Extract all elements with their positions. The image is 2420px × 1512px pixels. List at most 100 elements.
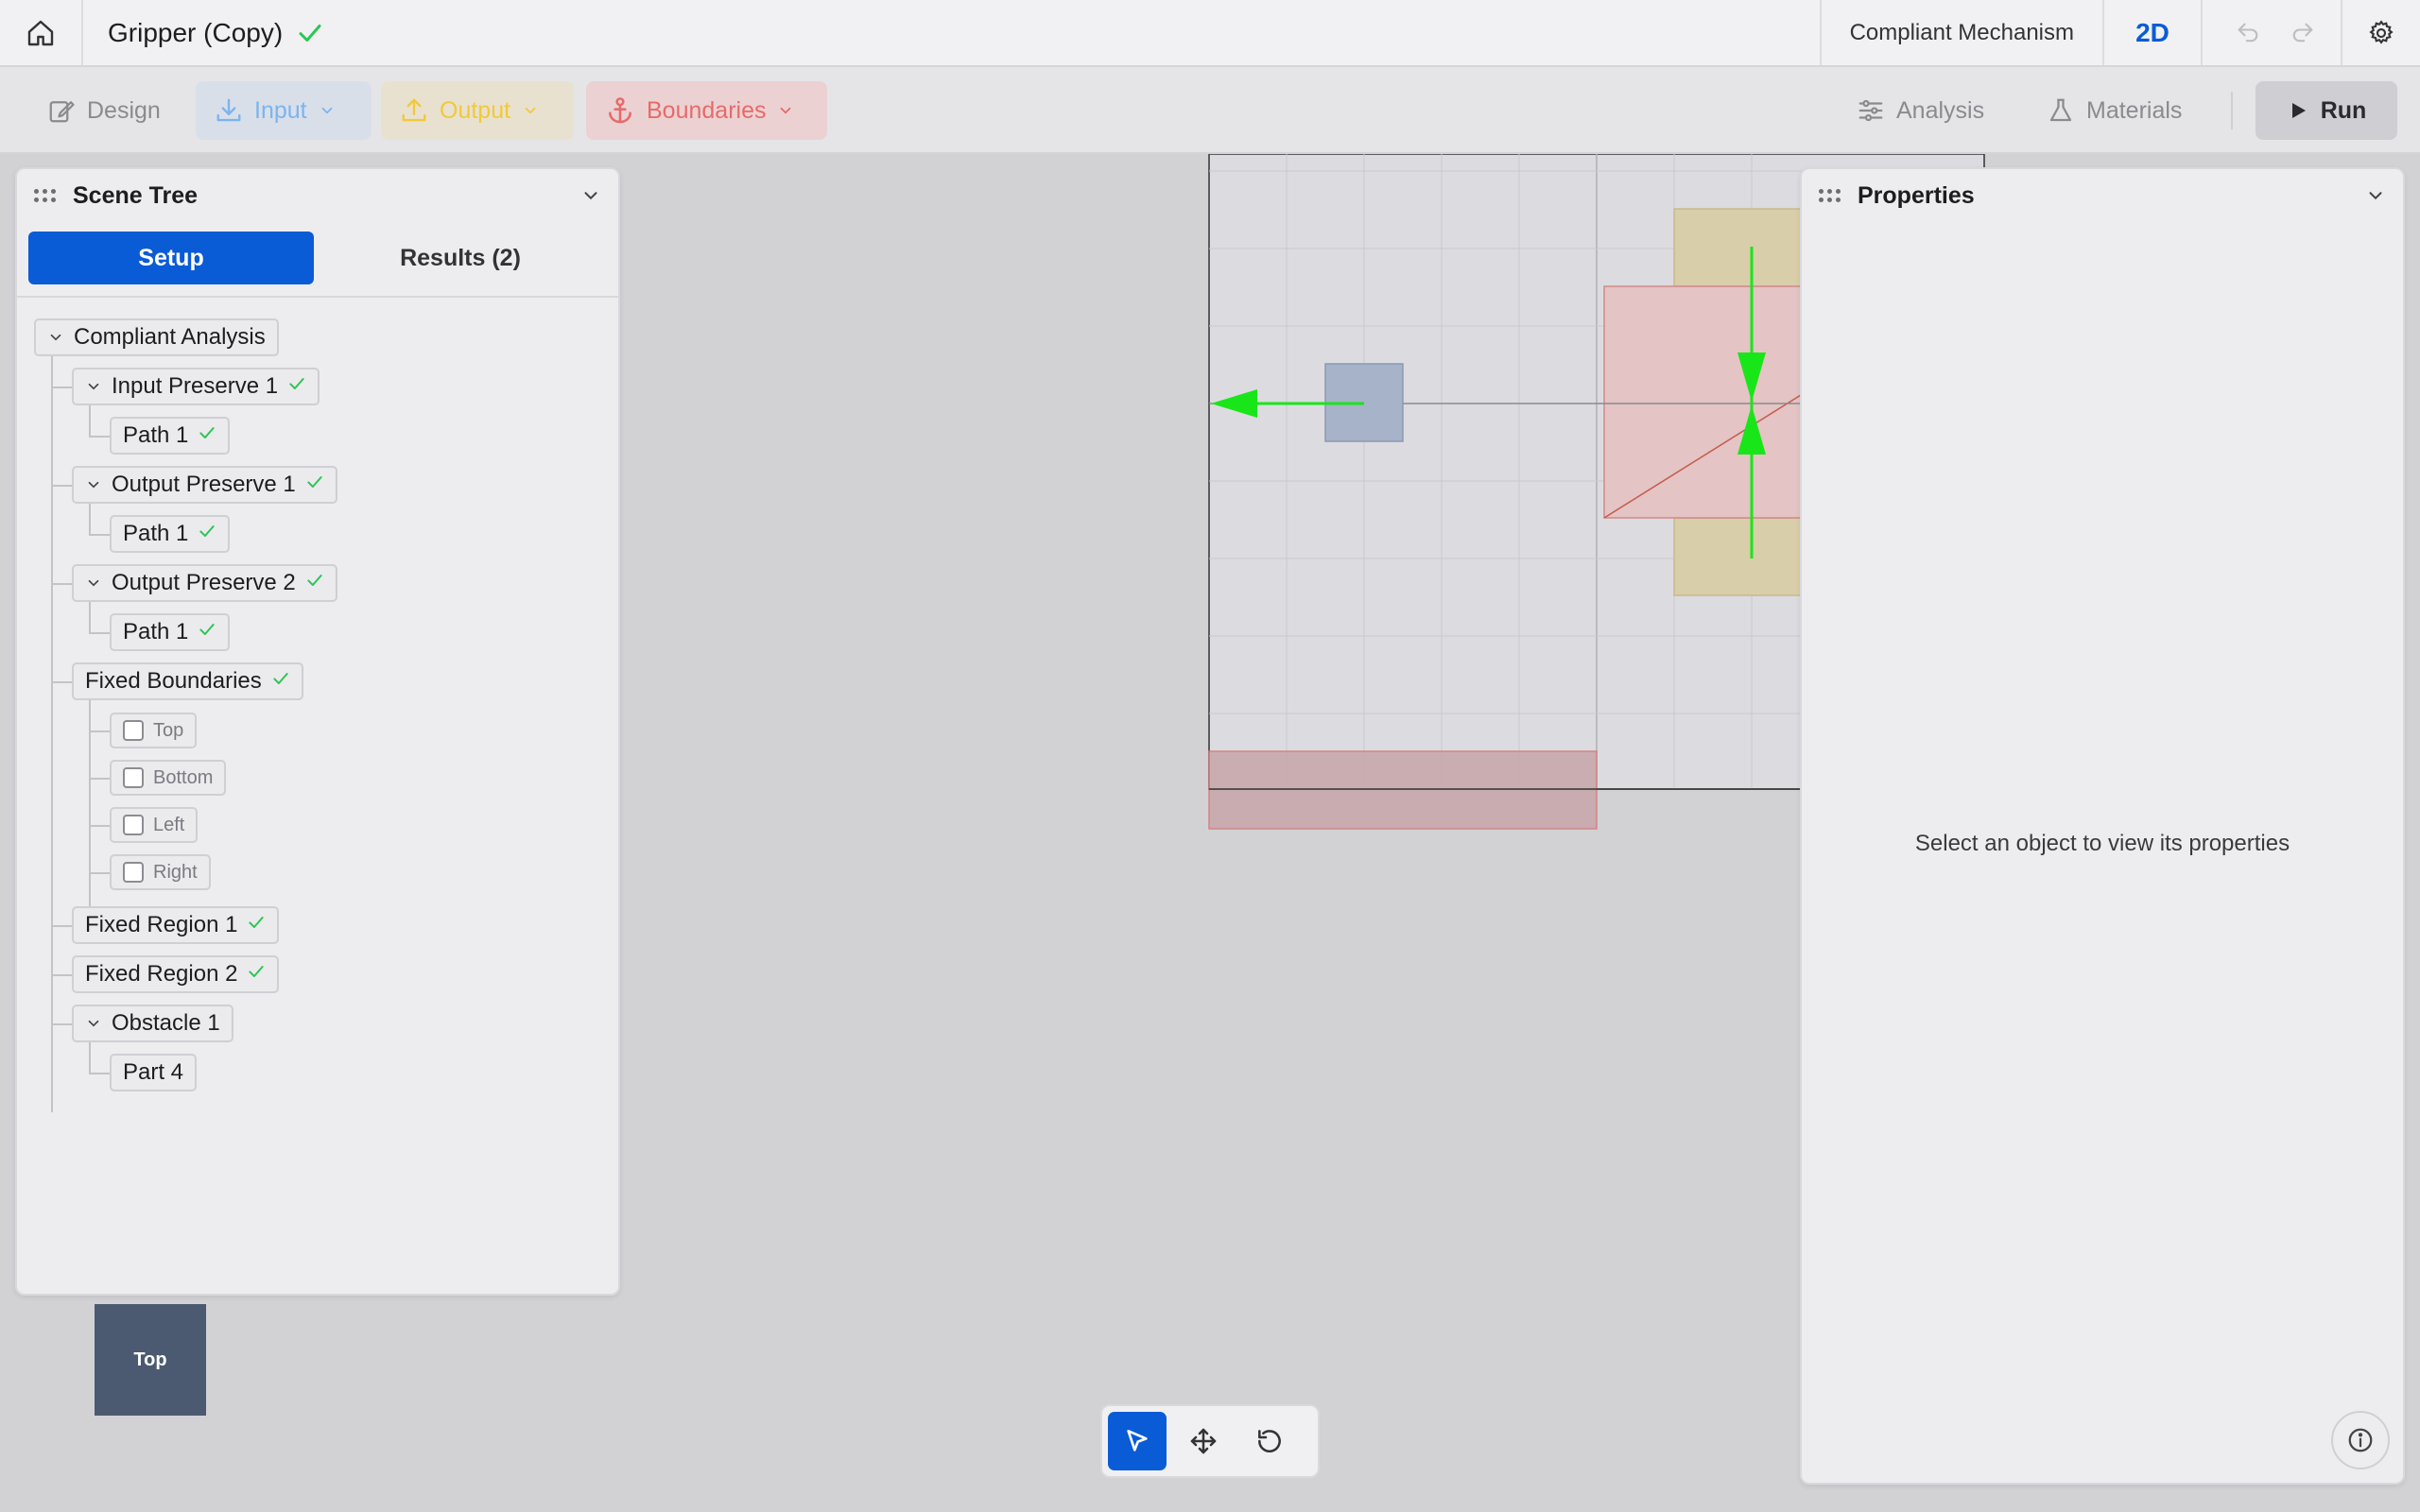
input-label: Input [254, 96, 307, 124]
tree-node-input-preserve-1[interactable]: Input Preserve 1 [72, 368, 320, 405]
tree-connector [89, 730, 112, 732]
input-dropdown[interactable]: Input [196, 81, 372, 140]
output-preserve-region-1[interactable] [1673, 208, 1817, 287]
boundary-top-checkbox[interactable]: Top [110, 713, 198, 748]
boundary-right-checkbox[interactable]: Right [110, 854, 211, 890]
scene-tree-title: Scene Tree [73, 181, 199, 209]
chevron-down-icon[interactable] [2365, 185, 2386, 206]
check-icon [198, 521, 216, 547]
chevron-down-icon[interactable] [47, 329, 64, 346]
checkbox[interactable] [123, 815, 144, 835]
checkbox-label: Top [153, 719, 184, 741]
scene-tree-panel: Scene Tree Setup Results (2) Compliant A… [15, 167, 620, 1296]
chevron-down-icon[interactable] [85, 378, 102, 395]
mode-selector[interactable]: Compliant Mechanism [1819, 0, 2102, 65]
info-button[interactable] [2331, 1411, 2390, 1469]
tabs-divider [17, 296, 618, 298]
analysis-button[interactable]: Analysis [1838, 81, 2003, 140]
tree-node-output-preserve-2[interactable]: Output Preserve 2 [72, 564, 337, 602]
document-title[interactable]: Gripper (Copy) [108, 18, 283, 48]
checkbox[interactable] [123, 767, 144, 788]
chevron-down-icon [321, 107, 333, 114]
undo-icon[interactable] [2235, 20, 2261, 46]
boundary-bottom-checkbox[interactable]: Bottom [110, 760, 227, 796]
tree-connector [89, 602, 91, 632]
chevron-down-icon[interactable] [85, 575, 102, 592]
info-icon [2348, 1428, 2373, 1452]
tree-node-label: Obstacle 1 [112, 1010, 220, 1036]
tree-connector [89, 825, 112, 827]
obstacle-region[interactable] [1603, 285, 1817, 519]
tree-node-label: Fixed Region 1 [85, 912, 238, 937]
settings-button[interactable] [2341, 0, 2420, 65]
move-tool-button[interactable] [1174, 1412, 1233, 1470]
properties-panel: Properties Select an object to view its … [1800, 167, 2405, 1485]
tree-node-output-preserve-1[interactable]: Output Preserve 1 [72, 466, 337, 504]
checkbox[interactable] [123, 862, 144, 883]
check-icon [296, 19, 324, 47]
gear-icon [2369, 19, 2394, 44]
tree-node-label: Path 1 [123, 521, 189, 546]
check-icon [247, 912, 266, 938]
check-icon [198, 619, 216, 645]
rotate-tool-button[interactable] [1240, 1412, 1299, 1470]
output-dropdown[interactable]: Output [381, 81, 574, 140]
chevron-down-icon[interactable] [85, 1015, 102, 1032]
check-icon [305, 472, 324, 498]
run-button[interactable]: Run [2256, 81, 2397, 140]
tree-node-output-path-2[interactable]: Path 1 [110, 613, 231, 651]
tree-connector [89, 632, 112, 634]
anchor-icon [609, 97, 631, 124]
fixed-region-bottom[interactable] [1208, 750, 1598, 830]
transform-tools [1100, 1404, 1320, 1478]
output-preserve-region-2[interactable] [1673, 517, 1817, 596]
checkbox-label: Bottom [153, 766, 214, 788]
tree-node-compliant-analysis[interactable]: Compliant Analysis [34, 318, 279, 356]
select-tool-button[interactable] [1108, 1412, 1167, 1470]
analysis-label: Analysis [1896, 96, 1985, 124]
check-icon [287, 373, 306, 400]
tree-connector [51, 925, 74, 927]
properties-title: Properties [1858, 181, 1975, 209]
tree-connector [51, 1023, 74, 1025]
tree-node-label: Path 1 [123, 619, 189, 644]
materials-button[interactable]: Materials [2028, 81, 2201, 140]
tree-node-part-4[interactable]: Part 4 [110, 1054, 198, 1091]
design-button[interactable]: Design [28, 81, 180, 140]
checkbox[interactable] [123, 720, 144, 741]
upload-icon [402, 98, 426, 122]
tab-results[interactable]: Results (2) [314, 232, 607, 284]
view-cube[interactable]: Top [95, 1304, 206, 1416]
tree-node-output-path-1[interactable]: Path 1 [110, 515, 231, 553]
redo-icon[interactable] [2290, 20, 2316, 46]
tab-setup[interactable]: Setup [28, 232, 314, 284]
tree-connector [89, 1042, 91, 1073]
tree-connector [89, 872, 112, 874]
dimension-toggle[interactable]: 2D [2102, 0, 2201, 65]
chevron-down-icon[interactable] [580, 185, 601, 206]
tree-node-label: Part 4 [123, 1059, 184, 1085]
tree-connector [89, 778, 112, 780]
pointer-icon [1127, 1430, 1148, 1452]
checkbox-label: Right [153, 861, 198, 883]
tree-connector [89, 405, 91, 436]
tree-node-fixed-region-1[interactable]: Fixed Region 1 [72, 906, 280, 944]
tree-node-fixed-boundaries[interactable]: Fixed Boundaries [72, 662, 303, 700]
tree-node-input-path-1[interactable]: Path 1 [110, 417, 231, 455]
download-icon [216, 98, 241, 122]
home-button[interactable] [0, 0, 83, 65]
output-label: Output [440, 96, 511, 124]
home-icon [27, 20, 54, 45]
grip-icon[interactable] [34, 189, 56, 202]
tree-node-fixed-region-2[interactable]: Fixed Region 2 [72, 955, 280, 993]
tree-connector [51, 583, 74, 585]
boundary-left-checkbox[interactable]: Left [110, 807, 199, 843]
tree-node-obstacle-1[interactable]: Obstacle 1 [72, 1005, 233, 1042]
tree-connector [51, 485, 74, 487]
boundaries-dropdown[interactable]: Boundaries [586, 81, 827, 140]
properties-empty-message: Select an object to view its properties [1914, 831, 2290, 856]
chevron-down-icon[interactable] [85, 476, 102, 493]
check-icon [198, 422, 216, 449]
grip-icon[interactable] [1819, 189, 1841, 202]
tree-node-label: Fixed Region 2 [85, 961, 238, 987]
